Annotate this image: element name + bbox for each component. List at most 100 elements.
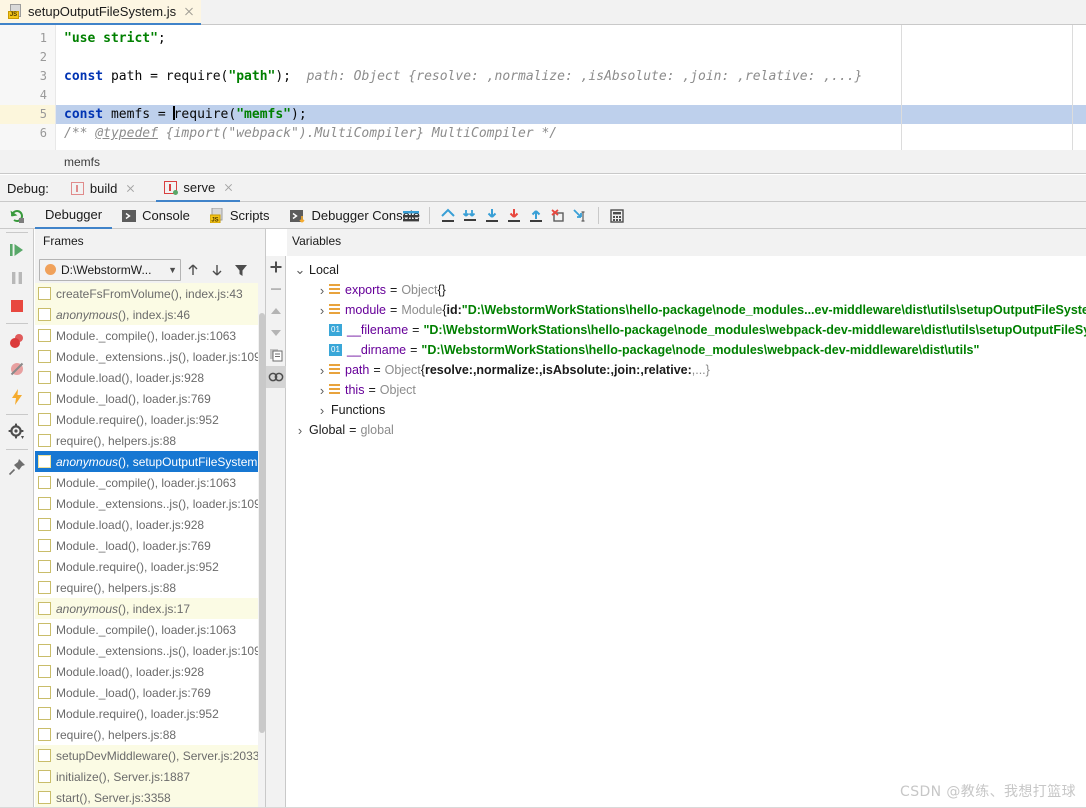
editor-tab-setupoutputfilesystem[interactable]: JS setupOutputFileSystem.js bbox=[0, 0, 201, 25]
rerun-icon[interactable] bbox=[6, 205, 28, 227]
code-line[interactable]: "use strict"; bbox=[56, 29, 1086, 48]
step-over-icon[interactable] bbox=[459, 205, 481, 227]
run-to-cursor-icon[interactable] bbox=[569, 205, 591, 227]
move-watch-up-icon[interactable] bbox=[266, 300, 286, 322]
remove-watch-icon[interactable] bbox=[266, 278, 286, 300]
code-area[interactable]: "use strict"; const path = require("path"… bbox=[56, 25, 1086, 150]
variables-tree[interactable]: ⌄Local›exports=Object {}›module=Module {… bbox=[287, 256, 1086, 808]
close-icon[interactable] bbox=[223, 182, 234, 193]
watches-icon[interactable] bbox=[266, 366, 286, 388]
code-line[interactable]: const memfs = require("memfs"); bbox=[56, 105, 1086, 124]
force-step-into-icon[interactable] bbox=[503, 205, 525, 227]
move-up-icon[interactable] bbox=[181, 258, 205, 282]
pin-tab-icon[interactable] bbox=[0, 453, 34, 481]
variable-row[interactable]: ›Functions bbox=[287, 400, 1086, 420]
move-down-icon[interactable] bbox=[205, 258, 229, 282]
chevron-right-icon[interactable]: › bbox=[315, 283, 329, 297]
variable-row[interactable]: ›path=Object {resolve: ,normalize: ,isAb… bbox=[287, 360, 1086, 380]
tab-label: Console bbox=[142, 208, 190, 223]
variable-row[interactable]: 01__dirname="D:\WebstormWorkStations\hel… bbox=[287, 340, 1086, 360]
mute-breakpoints-icon[interactable] bbox=[0, 355, 34, 383]
run-config-tab-serve[interactable]: serve bbox=[156, 175, 240, 202]
move-watch-down-icon[interactable] bbox=[266, 322, 286, 344]
frame-list-item[interactable]: Module._extensions..js(), loader.js:1095 bbox=[35, 493, 265, 514]
frame-list-item[interactable]: initialize(), Server.js:1887 bbox=[35, 766, 265, 787]
frame-list-item[interactable]: start(), Server.js:3358 bbox=[35, 787, 265, 808]
variable-row[interactable]: 01__filename="D:\WebstormWorkStations\he… bbox=[287, 320, 1086, 340]
filter-icon[interactable] bbox=[229, 258, 253, 282]
code-token: ); bbox=[291, 107, 307, 122]
variable-row[interactable]: ⌄Local bbox=[287, 260, 1086, 280]
frame-list-item[interactable]: anonymous(), index.js:46 bbox=[35, 304, 265, 325]
tab-console[interactable]: Console bbox=[112, 202, 200, 229]
chevron-right-icon[interactable]: › bbox=[315, 383, 329, 397]
stack-frame-icon bbox=[38, 329, 51, 342]
frame-list-item[interactable]: createFsFromVolume(), index.js:43 bbox=[35, 283, 265, 304]
frame-label: Module._compile(), loader.js:1063 bbox=[56, 476, 236, 490]
code-token: {import("webpack").MultiCompiler} MultiC… bbox=[158, 126, 557, 141]
frame-list-item[interactable]: Module._extensions..js(), loader.js:1095 bbox=[35, 346, 265, 367]
frame-list-item[interactable]: Module._compile(), loader.js:1063 bbox=[35, 472, 265, 493]
stack-frame-icon bbox=[38, 749, 51, 762]
code-line[interactable]: /** @typedef {import("webpack").MultiCom… bbox=[56, 124, 1086, 143]
run-config-icon bbox=[71, 182, 84, 195]
restore-layout-icon[interactable] bbox=[0, 383, 34, 411]
thread-selector[interactable]: D:\WebstormW... ▼ bbox=[39, 259, 181, 281]
frame-list-item[interactable]: setupDevMiddleware(), Server.js:2033 bbox=[35, 745, 265, 766]
frame-list-item[interactable]: Module.require(), loader.js:952 bbox=[35, 409, 265, 430]
frame-list-item[interactable]: Module._load(), loader.js:769 bbox=[35, 388, 265, 409]
code-line[interactable] bbox=[56, 48, 1086, 67]
frame-list-item[interactable]: Module.load(), loader.js:928 bbox=[35, 661, 265, 682]
view-breakpoints-icon[interactable] bbox=[0, 327, 34, 355]
layout-settings-icon[interactable] bbox=[400, 205, 422, 227]
stack-frame-icon bbox=[38, 644, 51, 657]
close-icon[interactable] bbox=[125, 183, 136, 194]
chevron-right-icon[interactable]: › bbox=[315, 403, 329, 417]
frame-list-item[interactable]: Module._compile(), loader.js:1063 bbox=[35, 325, 265, 346]
divider bbox=[6, 323, 28, 324]
variable-row[interactable]: ›this=Object bbox=[287, 380, 1086, 400]
copy-stack-icon[interactable] bbox=[266, 344, 286, 366]
frame-label: Module._extensions..js(), loader.js:1095 bbox=[56, 497, 265, 511]
frame-list-item[interactable]: Module._load(), loader.js:769 bbox=[35, 682, 265, 703]
evaluate-expression-icon[interactable] bbox=[606, 205, 628, 227]
frame-label: start(), Server.js:3358 bbox=[56, 791, 171, 805]
variable-row[interactable]: ›module=Module {id: "D:\WebstormWorkStat… bbox=[287, 300, 1086, 320]
frame-list-item[interactable]: Module._compile(), loader.js:1063 bbox=[35, 619, 265, 640]
frame-list-item[interactable]: require(), helpers.js:88 bbox=[35, 724, 265, 745]
step-into-icon[interactable] bbox=[481, 205, 503, 227]
variable-row[interactable]: ›exports=Object {} bbox=[287, 280, 1086, 300]
add-watch-icon[interactable] bbox=[266, 256, 286, 278]
chevron-down-icon[interactable]: ⌄ bbox=[293, 263, 307, 277]
editor-tab-bar: JS setupOutputFileSystem.js bbox=[0, 0, 1086, 25]
step-out-icon[interactable] bbox=[525, 205, 547, 227]
code-line[interactable] bbox=[56, 86, 1086, 105]
run-config-tab-build[interactable]: build bbox=[63, 175, 142, 202]
frame-list-item[interactable]: Module.load(), loader.js:928 bbox=[35, 367, 265, 388]
code-editor[interactable]: 123456 "use strict";const path = require… bbox=[0, 25, 1086, 150]
frame-list-item[interactable]: require(), helpers.js:88 bbox=[35, 577, 265, 598]
chevron-right-icon[interactable]: › bbox=[293, 423, 307, 437]
tab-debugger[interactable]: Debugger bbox=[35, 202, 112, 229]
frame-list-item[interactable]: Module._load(), loader.js:769 bbox=[35, 535, 265, 556]
frame-list-item[interactable]: Module.require(), loader.js:952 bbox=[35, 556, 265, 577]
chevron-right-icon[interactable]: › bbox=[315, 363, 329, 377]
pause-program-icon[interactable] bbox=[0, 264, 34, 292]
settings-icon[interactable] bbox=[0, 418, 34, 446]
chevron-right-icon[interactable]: › bbox=[315, 303, 329, 317]
show-execution-point-icon[interactable] bbox=[437, 205, 459, 227]
close-icon[interactable] bbox=[183, 6, 195, 18]
resume-program-icon[interactable] bbox=[0, 236, 34, 264]
frame-list-item[interactable]: Module.load(), loader.js:928 bbox=[35, 514, 265, 535]
stop-icon[interactable] bbox=[0, 292, 34, 320]
frame-list-item[interactable]: Module.require(), loader.js:952 bbox=[35, 703, 265, 724]
frames-list[interactable]: createFsFromVolume(), index.js:43anonymo… bbox=[35, 283, 265, 808]
code-line[interactable]: const path = require("path"); path: Obje… bbox=[56, 67, 1086, 86]
tab-scripts[interactable]: JSScripts bbox=[200, 202, 280, 229]
variable-row[interactable]: ›Global=global bbox=[287, 420, 1086, 440]
frame-list-item[interactable]: anonymous(), setupOutputFileSystem.js:5 bbox=[35, 451, 265, 472]
frame-list-item[interactable]: require(), helpers.js:88 bbox=[35, 430, 265, 451]
frame-list-item[interactable]: anonymous(), index.js:17 bbox=[35, 598, 265, 619]
drop-frame-icon[interactable] bbox=[547, 205, 569, 227]
frame-list-item[interactable]: Module._extensions..js(), loader.js:1095 bbox=[35, 640, 265, 661]
